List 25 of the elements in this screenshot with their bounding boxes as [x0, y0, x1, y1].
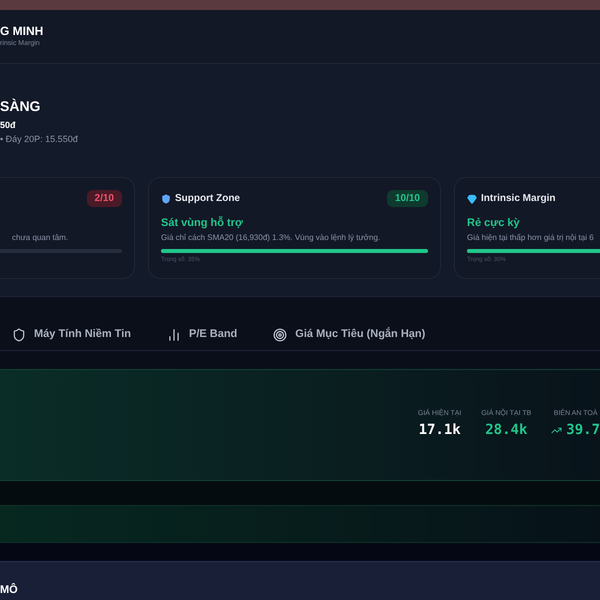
verdict-title: SÀNG: [0, 98, 42, 116]
bar-chart-icon: [166, 328, 181, 342]
card-description: Giá hiện tại thấp hơn giá trị nội tại 6: [467, 232, 595, 244]
card-headline: Sát vùng hỗ trợ: [161, 216, 243, 228]
card-title: Support Zone: [175, 192, 240, 206]
card-description: chưa quan tâm.: [12, 232, 70, 244]
stat-value: 17.1k: [418, 420, 461, 440]
stat-value: 39.7: [566, 420, 600, 440]
card-description: Giá chỉ cách SMA20 (16,930đ) 1.3%. Vùng vào lệnh lý tưởng.: [161, 232, 382, 244]
tab[interactable]: P/E Band: [166, 326, 238, 343]
score-badge: 2/10: [86, 190, 122, 207]
target-icon: [273, 328, 288, 342]
card-title: Intrinsic Margin: [481, 192, 556, 206]
page-title: G MINH: [0, 24, 44, 39]
card-headline: Rẻ cực kỳ: [467, 216, 520, 228]
gem-icon: [467, 194, 477, 204]
tab[interactable]: Máy Tính Niềm Tin: [12, 326, 131, 343]
shield-icon: [12, 328, 26, 342]
verdict-price: 50đ: [0, 118, 17, 132]
shield-icon: [161, 194, 171, 204]
tab[interactable]: Giá Mục Tiêu (Ngắn Hạn): [273, 326, 426, 343]
stat-value: 28.4k: [485, 420, 528, 440]
verdict-detail: • Đáy 20P: 15.550đ: [0, 133, 79, 146]
score-badge: 10/10: [386, 190, 428, 207]
section-title: MÔ: [0, 582, 18, 598]
